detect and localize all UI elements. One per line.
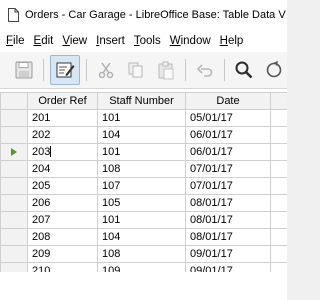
row-filler: [270, 126, 287, 144]
cell-date[interactable]: 07/01/17: [185, 160, 271, 178]
column-header-order-ref[interactable]: Order Ref: [27, 92, 98, 110]
row-filler: [270, 245, 287, 263]
column-header-filler: [270, 92, 287, 110]
cell-date[interactable]: 05/01/17: [185, 109, 271, 127]
cell-date[interactable]: 08/01/17: [185, 211, 271, 229]
standard-toolbar: [0, 52, 287, 89]
refresh-button[interactable]: [261, 57, 287, 83]
paste-icon: [158, 61, 174, 80]
menu-tools[interactable]: Tools: [129, 35, 165, 47]
cell-order-ref[interactable]: 208: [27, 228, 98, 246]
toolbar-separator: [224, 59, 225, 81]
table-row[interactable]: 204 108 07/01/17: [0, 160, 287, 178]
cell-date[interactable]: 06/01/17: [185, 126, 271, 144]
row-handle[interactable]: [0, 160, 28, 178]
copy-button[interactable]: [123, 57, 149, 83]
cell-order-ref-editing[interactable]: 203: [27, 143, 98, 161]
grid-empty-area: [0, 272, 287, 300]
cell-date[interactable]: 08/01/17: [185, 194, 271, 212]
table-data-grid: Order Ref Staff Number Date 201 101 05/0…: [0, 92, 287, 297]
row-filler: [270, 143, 287, 161]
cell-order-ref[interactable]: 201: [27, 109, 98, 127]
cell-date[interactable]: 07/01/17: [185, 177, 271, 195]
row-filler: [270, 177, 287, 195]
header-row: Order Ref Staff Number Date: [0, 92, 287, 110]
cell-staff-number[interactable]: 105: [97, 194, 186, 212]
row-filler: [270, 228, 287, 246]
menu-window[interactable]: Window: [165, 35, 215, 47]
table-row[interactable]: 208 104 08/01/17: [0, 228, 287, 246]
menu-file[interactable]: File: [0, 35, 29, 47]
cell-order-ref[interactable]: 202: [27, 126, 98, 144]
cell-staff-number[interactable]: 101: [97, 211, 186, 229]
save-icon: [15, 61, 33, 79]
menu-bar: File Edit View Insert Tools Window Help: [0, 30, 287, 52]
column-header-staff-number[interactable]: Staff Number: [97, 92, 186, 110]
cell-staff-number[interactable]: 107: [97, 177, 186, 195]
cell-staff-number[interactable]: 104: [97, 228, 186, 246]
table-row[interactable]: 209 108 09/01/17: [0, 245, 287, 263]
cut-icon: [98, 62, 114, 79]
edit-data-icon: [56, 62, 75, 78]
title-bar: Orders - Car Garage - LibreOffice Base: …: [0, 0, 287, 30]
menu-insert[interactable]: Insert: [91, 35, 129, 47]
undo-icon: [196, 64, 213, 77]
row-handle[interactable]: [0, 143, 28, 161]
cell-staff-number[interactable]: 104: [97, 126, 186, 144]
toolbar-separator: [185, 59, 186, 81]
row-handle[interactable]: [0, 126, 28, 144]
table-row-current[interactable]: 203 101 06/01/17: [0, 143, 287, 161]
grid-corner[interactable]: [0, 92, 28, 110]
document-icon: [8, 8, 19, 22]
table-row[interactable]: 205 107 07/01/17: [0, 177, 287, 195]
row-handle[interactable]: [0, 194, 28, 212]
cell-order-ref-value: 203: [32, 146, 51, 158]
row-handle[interactable]: [0, 177, 28, 195]
cell-staff-number[interactable]: 101: [97, 109, 186, 127]
save-button[interactable]: [11, 57, 37, 83]
text-cursor: [50, 146, 52, 157]
menu-help[interactable]: Help: [215, 35, 248, 47]
cell-staff-number[interactable]: 108: [97, 245, 186, 263]
row-filler: [270, 109, 287, 127]
cell-date[interactable]: 06/01/17: [185, 143, 271, 161]
copy-icon: [128, 62, 143, 78]
toolbar-separator: [86, 59, 87, 81]
current-row-marker-icon: [11, 148, 17, 157]
row-handle[interactable]: [0, 245, 28, 263]
paste-button[interactable]: [153, 57, 179, 83]
table-row[interactable]: 206 105 08/01/17: [0, 194, 287, 212]
row-handle[interactable]: [0, 109, 28, 127]
menu-edit[interactable]: Edit: [29, 35, 58, 47]
menu-view[interactable]: View: [57, 35, 91, 47]
cell-date[interactable]: 08/01/17: [185, 228, 271, 246]
row-filler: [270, 211, 287, 229]
row-filler: [270, 194, 287, 212]
cell-order-ref[interactable]: 204: [27, 160, 98, 178]
cell-order-ref[interactable]: 206: [27, 194, 98, 212]
row-handle[interactable]: [0, 211, 28, 229]
table-row[interactable]: 201 101 05/01/17: [0, 109, 287, 127]
cell-staff-number[interactable]: 108: [97, 160, 186, 178]
toolbar-separator: [43, 59, 44, 81]
row-filler: [270, 160, 287, 178]
window-title: Orders - Car Garage - LibreOffice Base: …: [25, 9, 286, 21]
cell-order-ref[interactable]: 205: [27, 177, 98, 195]
undo-button[interactable]: [192, 57, 218, 83]
app-window: Orders - Car Garage - LibreOffice Base: …: [0, 0, 287, 300]
refresh-icon: [266, 60, 282, 78]
row-handle[interactable]: [0, 228, 28, 246]
cell-staff-number[interactable]: 101: [97, 143, 186, 161]
column-header-date[interactable]: Date: [185, 92, 271, 110]
cut-button[interactable]: [93, 57, 119, 83]
edit-data-button[interactable]: [50, 55, 80, 85]
find-icon: [235, 61, 253, 79]
table-row[interactable]: 207 101 08/01/17: [0, 211, 287, 229]
cell-order-ref[interactable]: 209: [27, 245, 98, 263]
cell-order-ref[interactable]: 207: [27, 211, 98, 229]
table-row[interactable]: 202 104 06/01/17: [0, 126, 287, 144]
find-button[interactable]: [231, 57, 257, 83]
cell-date[interactable]: 09/01/17: [185, 245, 271, 263]
